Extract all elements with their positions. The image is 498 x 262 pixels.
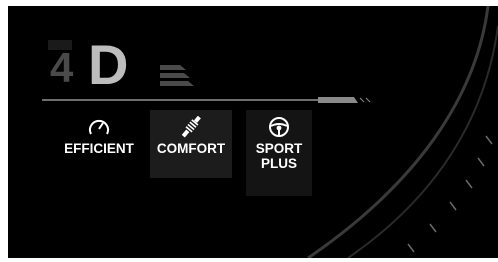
mode-sport-plus[interactable]: SPORT PLUS [246, 110, 312, 196]
mode-efficient[interactable]: EFFICIENT [54, 116, 144, 156]
steering-wheel-icon [269, 117, 289, 137]
mode-comfort[interactable]: COMFORT [150, 110, 232, 178]
gear-stripes-icon [160, 65, 194, 86]
mode-label-comfort: COMFORT [156, 141, 226, 156]
mode-label-sport-plus: SPORT PLUS [255, 141, 303, 171]
mode-label-efficient: EFFICIENT [64, 141, 134, 156]
mode-divider [42, 97, 371, 103]
shock-absorber-icon [181, 116, 201, 138]
gear-letter: D [88, 33, 129, 96]
instrument-cluster-screen: 4 D EFFICIENT COMFORT SPORT PLUS [8, 6, 498, 258]
gauge-icon [89, 119, 109, 135]
frame: 4 D EFFICIENT COMFORT SPORT PLUS [0, 0, 498, 262]
gear-number: 4 [50, 44, 74, 91]
